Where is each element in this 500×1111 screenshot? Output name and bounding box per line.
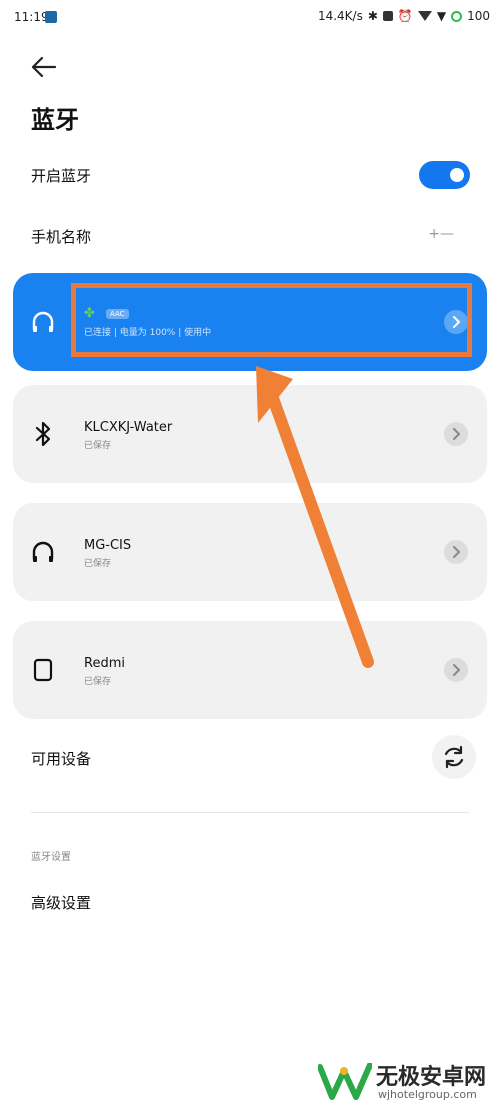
watermark-url: wjhotelgroup.com [378,1088,477,1101]
arrow-shaft [264,384,374,668]
watermark-logo [318,1063,372,1100]
annotation-arrow [256,366,374,668]
watermark-title: 无极安卓网 [376,1065,487,1090]
watermark: 无极安卓网 wjhotelgroup.com [318,1055,498,1105]
